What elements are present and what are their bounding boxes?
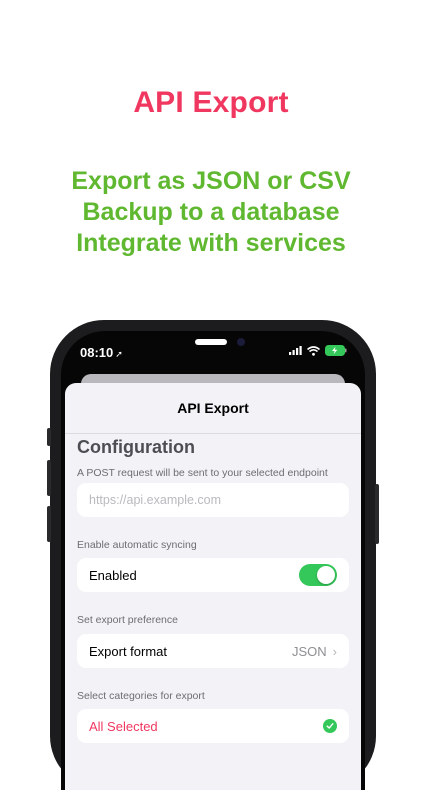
promo-line: Export as JSON or CSV bbox=[71, 167, 351, 195]
checkmark-icon bbox=[323, 719, 337, 733]
categories-row[interactable]: All Selected bbox=[77, 709, 349, 743]
categories-label: All Selected bbox=[89, 718, 158, 734]
sync-caption: Enable automatic syncing bbox=[77, 539, 197, 551]
chevron-right-icon: › bbox=[332, 643, 337, 659]
sync-label: Enabled bbox=[89, 567, 137, 583]
api-export-sheet: API Export Configuration A POST request … bbox=[65, 383, 361, 790]
categories-caption: Select categories for export bbox=[77, 690, 205, 702]
signal-icon bbox=[289, 346, 302, 355]
volume-button bbox=[47, 506, 51, 542]
toggle-knob bbox=[317, 566, 335, 584]
nav-title: API Export bbox=[177, 400, 249, 416]
promo-line: Integrate with services bbox=[76, 229, 346, 257]
endpoint-caption: A POST request will be sent to your sele… bbox=[77, 467, 328, 479]
power-button bbox=[375, 484, 379, 544]
battery-charging-icon bbox=[325, 345, 347, 356]
status-bar: 08:10 ➚ bbox=[61, 331, 365, 375]
promo-title: API Export bbox=[133, 86, 289, 119]
volume-button bbox=[47, 460, 51, 496]
dynamic-island-pill bbox=[195, 339, 227, 345]
volume-button bbox=[47, 428, 51, 446]
sync-toggle[interactable] bbox=[299, 564, 337, 586]
export-format-row[interactable]: Export format JSON › bbox=[77, 634, 349, 668]
sync-row: Enabled bbox=[77, 558, 349, 592]
preference-caption: Set export preference bbox=[77, 614, 178, 626]
status-time: 08:10 ➚ bbox=[80, 345, 123, 360]
front-camera bbox=[237, 338, 245, 346]
wifi-icon bbox=[307, 345, 320, 356]
time-label: 08:10 bbox=[80, 345, 114, 360]
export-format-label: Export format bbox=[89, 643, 168, 659]
section-title: Configuration bbox=[77, 437, 195, 457]
export-format-value: JSON bbox=[291, 643, 327, 659]
endpoint-input[interactable]: https://api.example.com bbox=[77, 483, 349, 517]
phone-frame: 08:10 ➚ API Export Configuration A POST … bbox=[47, 320, 379, 790]
endpoint-placeholder: https://api.example.com bbox=[89, 493, 222, 507]
promo-line: Backup to a database bbox=[82, 198, 340, 226]
nav-bar: API Export bbox=[65, 383, 361, 434]
promo-lines: Export as JSON or CSV Backup to a databa… bbox=[0, 166, 422, 259]
screen: 08:10 ➚ API Export Configuration A POST … bbox=[61, 331, 365, 790]
location-arrow-icon: ➚ bbox=[115, 349, 123, 359]
status-icons bbox=[289, 345, 347, 356]
